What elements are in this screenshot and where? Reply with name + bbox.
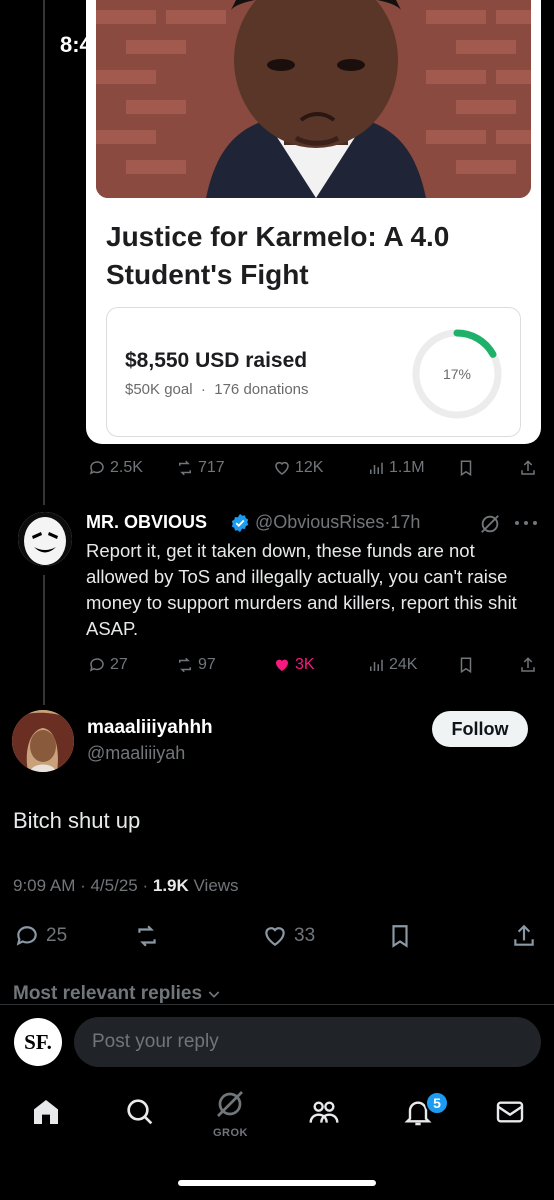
more-options-icon[interactable] bbox=[514, 520, 538, 526]
share-icon bbox=[521, 657, 535, 672]
replies-sort-dropdown[interactable]: Most relevant replies bbox=[13, 983, 222, 1005]
search-icon bbox=[127, 1099, 153, 1125]
nav-search[interactable] bbox=[124, 1096, 156, 1128]
replies-sort-label: Most relevant replies bbox=[13, 983, 203, 1004]
repost-button[interactable]: 97 bbox=[176, 656, 216, 674]
reply-count: 25 bbox=[46, 925, 68, 946]
share-button[interactable] bbox=[519, 459, 537, 477]
heart-icon bbox=[265, 927, 285, 946]
bookmark-icon bbox=[392, 925, 408, 948]
communities-icon bbox=[309, 1101, 339, 1123]
post-views-label: Views bbox=[188, 876, 239, 895]
share-button[interactable] bbox=[519, 656, 537, 674]
grok-icon[interactable] bbox=[479, 513, 501, 535]
bookmark-button[interactable] bbox=[457, 459, 475, 477]
thread-line bbox=[43, 0, 45, 505]
bookmark-button[interactable] bbox=[387, 923, 413, 949]
mask-avatar-icon bbox=[18, 512, 72, 566]
bookmark-icon bbox=[460, 657, 472, 674]
nav-grok[interactable] bbox=[214, 1088, 246, 1120]
user-avatar[interactable]: SF. bbox=[14, 1018, 62, 1066]
repost-icon bbox=[179, 657, 191, 673]
reply-author-handle[interactable]: @ObviousRises bbox=[255, 512, 384, 532]
notification-badge: 5 bbox=[425, 1091, 449, 1115]
nav-messages[interactable] bbox=[494, 1096, 526, 1128]
donation-count: 176 donations bbox=[214, 381, 309, 398]
chevron-down-icon bbox=[208, 991, 220, 998]
repost-icon bbox=[179, 460, 191, 476]
views-chart-icon bbox=[370, 462, 383, 474]
reply-icon bbox=[16, 926, 37, 946]
post-views-count: 1.9K bbox=[152, 876, 189, 895]
bookmark-icon bbox=[460, 460, 472, 477]
repost-button[interactable]: 717 bbox=[176, 459, 225, 477]
reply-count: 2.5K bbox=[110, 459, 143, 476]
repost-button[interactable] bbox=[134, 923, 160, 949]
reply-icon bbox=[89, 461, 104, 475]
reply-button[interactable]: 2.5K bbox=[88, 459, 143, 477]
reply-text: Report it, get it taken down, these fund… bbox=[86, 540, 517, 639]
bookmark-button[interactable] bbox=[457, 656, 475, 674]
home-icon bbox=[34, 1100, 58, 1124]
mail-icon bbox=[496, 1101, 524, 1123]
post-meta: 9:09 AM · 4/5/25 · 1.9K Views bbox=[13, 876, 239, 896]
donation-summary: $8,550 USD raised $50K goal · 176 donati… bbox=[106, 307, 521, 437]
views-button[interactable]: 1.1M bbox=[367, 459, 425, 477]
like-button[interactable]: 33 bbox=[262, 923, 315, 949]
nav-communities[interactable] bbox=[308, 1096, 340, 1128]
nav-home[interactable] bbox=[30, 1096, 62, 1128]
thread-line bbox=[43, 575, 45, 705]
fundraiser-card[interactable]: Justice for Karmelo: A 4.0 Student's Fig… bbox=[86, 0, 541, 444]
home-indicator bbox=[178, 1180, 376, 1186]
reply-author-name[interactable]: MR. OBVIOUS bbox=[86, 512, 207, 533]
post-author-handle[interactable]: @maaliiiyah bbox=[87, 743, 185, 764]
progress-percent: 17% bbox=[442, 366, 472, 382]
reply-input[interactable] bbox=[74, 1017, 541, 1067]
like-button[interactable]: 3K bbox=[273, 656, 315, 674]
reply-icon bbox=[89, 658, 104, 672]
view-count: 24K bbox=[389, 656, 418, 673]
repost-count: 717 bbox=[198, 459, 225, 476]
share-button[interactable] bbox=[511, 923, 537, 949]
reply-count: 27 bbox=[110, 656, 128, 673]
post-timestamp: 9:09 AM · 4/5/25 · bbox=[13, 876, 153, 895]
post-author-name[interactable]: maaaliiiyahhh bbox=[87, 717, 213, 739]
goal-and-donations: $50K goal · 176 donations bbox=[125, 381, 309, 398]
share-icon bbox=[514, 924, 534, 946]
views-button[interactable]: 24K bbox=[367, 656, 417, 674]
reply-button[interactable]: 27 bbox=[88, 656, 128, 674]
avatar[interactable] bbox=[12, 710, 74, 772]
avatar[interactable] bbox=[18, 512, 72, 566]
separator-dot: · bbox=[196, 381, 211, 398]
amount-raised: $8,550 USD raised bbox=[125, 349, 308, 372]
follow-button[interactable]: Follow bbox=[432, 711, 528, 747]
reply-author-meta: @ObviousRises·17h bbox=[255, 512, 420, 533]
fundraiser-title: Justice for Karmelo: A 4.0 Student's Fig… bbox=[106, 221, 450, 290]
reply-button[interactable]: 25 bbox=[14, 923, 67, 949]
views-chart-icon bbox=[370, 659, 383, 671]
profile-photo bbox=[12, 710, 74, 772]
like-button[interactable]: 12K bbox=[273, 459, 323, 477]
verified-badge-icon bbox=[230, 513, 250, 533]
like-count: 12K bbox=[295, 459, 324, 476]
like-count: 3K bbox=[295, 656, 315, 673]
grok-icon bbox=[217, 1091, 243, 1117]
heart-icon bbox=[275, 461, 289, 475]
heart-filled-icon bbox=[276, 659, 288, 671]
repost-icon bbox=[138, 925, 156, 947]
grok-label: GROK bbox=[213, 1127, 248, 1139]
goal-amount: $50K goal bbox=[125, 381, 193, 398]
view-count: 1.1M bbox=[389, 459, 425, 476]
reply-time: 17h bbox=[390, 512, 421, 532]
like-count: 33 bbox=[294, 925, 316, 946]
post-text: Bitch shut up bbox=[13, 808, 141, 833]
fundraiser-photo bbox=[96, 0, 531, 198]
repost-count: 97 bbox=[198, 656, 216, 673]
share-icon bbox=[521, 460, 535, 475]
